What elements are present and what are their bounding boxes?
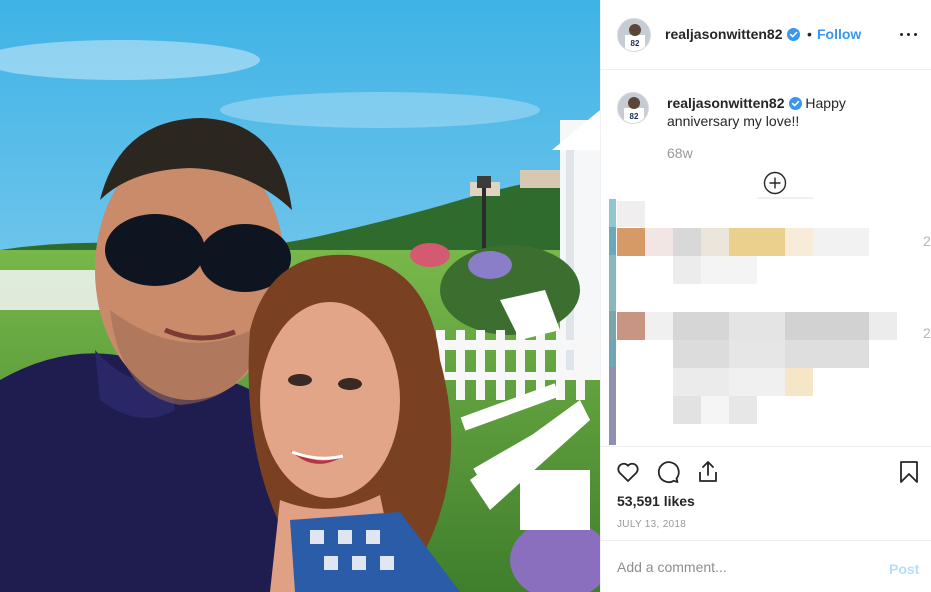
blur-block <box>785 228 813 256</box>
blur-block <box>729 312 785 340</box>
blur-block <box>673 396 701 424</box>
post-button[interactable]: Post <box>889 561 919 577</box>
verified-badge-icon <box>788 97 802 110</box>
blur-block <box>729 396 757 424</box>
blur-block <box>729 228 785 256</box>
heart-icon[interactable] <box>615 459 641 485</box>
post-sidebar: 82 realjasonwitten82 • Follow 82 realjas… <box>600 0 931 592</box>
blur-block <box>673 340 729 368</box>
blur-block <box>645 228 673 256</box>
blur-block <box>617 312 645 340</box>
blur-block <box>701 256 757 284</box>
blur-block <box>785 312 869 340</box>
likes-count[interactable]: 53,591 likes <box>617 493 695 509</box>
svg-text:82: 82 <box>631 39 640 48</box>
post-age[interactable]: 68w <box>667 145 693 161</box>
post-photo[interactable] <box>0 0 600 592</box>
blur-block <box>673 256 701 284</box>
blur-block <box>609 199 616 227</box>
blur-block <box>729 368 785 396</box>
caption-username[interactable]: realjasonwitten82 <box>667 95 785 111</box>
blur-block <box>701 396 729 424</box>
post-actions: 53,591 likes JULY 13, 2018 <box>601 446 931 540</box>
svg-text:82: 82 <box>630 112 639 121</box>
blur-block <box>617 228 645 256</box>
blur-block <box>609 367 616 445</box>
partial-text: 2 <box>923 233 931 249</box>
blur-block <box>869 312 897 340</box>
share-icon[interactable] <box>695 459 721 485</box>
username-link[interactable]: realjasonwitten82 <box>665 26 800 42</box>
blur-block <box>673 228 701 256</box>
username-text: realjasonwitten82 <box>665 26 783 42</box>
blur-block <box>729 340 785 368</box>
blur-block <box>609 311 616 339</box>
blur-block <box>673 312 729 340</box>
blur-block <box>609 255 616 311</box>
blur-block <box>673 368 729 396</box>
partial-text: 2 <box>923 325 931 341</box>
plus-circle-icon[interactable] <box>763 171 787 195</box>
more-options-icon[interactable] <box>897 22 921 46</box>
comment-bar: Post <box>601 540 931 592</box>
verified-badge-icon <box>786 28 800 41</box>
blur-block <box>785 340 869 368</box>
blur-block <box>813 228 869 256</box>
dot-separator: • <box>807 26 812 42</box>
follow-button[interactable]: Follow <box>817 26 861 42</box>
blur-block <box>701 228 729 256</box>
blur-block <box>785 368 813 396</box>
blur-block <box>609 227 616 255</box>
caption: realjasonwitten82 Happy anniversary my l… <box>667 94 907 130</box>
blur-block <box>609 339 616 367</box>
avatar[interactable]: 82 <box>617 18 651 52</box>
post-date[interactable]: JULY 13, 2018 <box>617 519 686 530</box>
comment-icon[interactable] <box>655 459 681 485</box>
comments-blurred: 2 2 <box>609 199 931 445</box>
caption-avatar[interactable]: 82 <box>617 92 649 124</box>
blur-block <box>645 312 673 340</box>
blur-block <box>617 201 645 227</box>
post-header: 82 realjasonwitten82 • Follow <box>601 0 931 70</box>
comment-input[interactable] <box>617 555 867 579</box>
avatar-image: 82 <box>618 93 648 123</box>
avatar-image: 82 <box>618 19 650 51</box>
selfie-photo-illustration <box>0 0 600 592</box>
bookmark-icon[interactable] <box>896 459 922 485</box>
